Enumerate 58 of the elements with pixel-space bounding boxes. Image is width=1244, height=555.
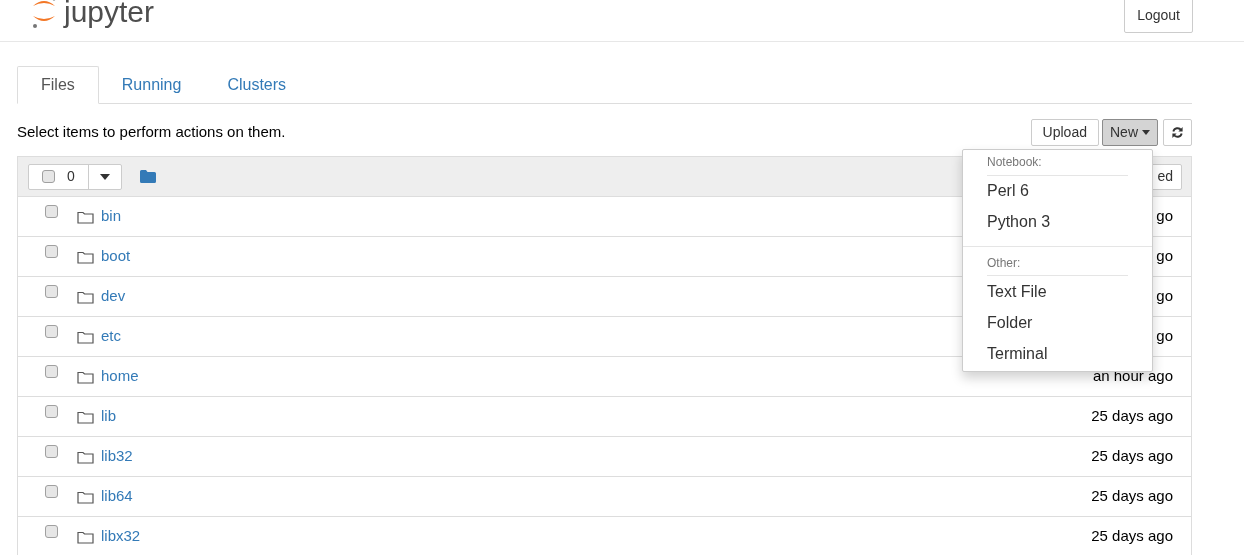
folder-link[interactable]: lib64 <box>101 485 133 508</box>
folder-link[interactable]: etc <box>101 325 121 348</box>
modified-time: go <box>1156 246 1173 267</box>
refresh-button[interactable] <box>1163 119 1192 146</box>
checkbox[interactable] <box>45 525 58 539</box>
selected-count: 0 <box>67 167 75 186</box>
select-all-control[interactable]: 0 <box>28 163 122 190</box>
modified-time: go <box>1156 286 1173 307</box>
new-button[interactable]: New <box>1102 119 1158 146</box>
modified-time: 25 days ago <box>1091 446 1173 467</box>
logo-text: jupyter <box>64 0 155 27</box>
folder-icon <box>77 289 94 304</box>
menu-section-heading: Notebook: <box>987 155 1042 169</box>
folder-icon <box>77 249 94 264</box>
folder-link[interactable]: home <box>101 365 139 388</box>
folder-link[interactable]: bin <box>101 205 122 228</box>
checkbox[interactable] <box>45 285 58 299</box>
menu-item[interactable]: Python 3 <box>963 206 1152 238</box>
instruction-text: Select items to perform actions on them. <box>17 122 286 143</box>
checkbox[interactable] <box>45 365 58 379</box>
menu-item[interactable]: Terminal <box>963 338 1152 369</box>
modified-time: go <box>1156 206 1173 227</box>
tab[interactable]: Files <box>17 66 99 104</box>
checkbox[interactable] <box>45 405 58 419</box>
checkbox[interactable] <box>45 205 58 219</box>
modified-time: 25 days ago <box>1091 526 1173 547</box>
tab[interactable]: Running <box>98 66 205 104</box>
checkbox[interactable] <box>45 245 58 259</box>
caret-icon <box>1142 130 1150 135</box>
folder-link[interactable]: lib <box>101 405 116 428</box>
upload-button[interactable]: Upload <box>1030 119 1099 146</box>
folder-icon <box>77 449 94 464</box>
checkbox[interactable] <box>42 170 55 183</box>
folder-icon <box>77 369 94 384</box>
folder-icon <box>77 529 94 544</box>
folder-link[interactable]: boot <box>101 245 131 268</box>
menu-item[interactable]: Text File <box>963 276 1152 307</box>
menu-item[interactable]: Folder <box>963 307 1152 338</box>
folder-icon <box>77 329 94 344</box>
modified-time: go <box>1156 326 1173 347</box>
folder-icon <box>77 209 94 224</box>
checkbox[interactable] <box>45 445 58 459</box>
logout-button[interactable]: Logout <box>1124 0 1193 33</box>
refresh-icon <box>1171 126 1184 139</box>
modified-time: 25 days ago <box>1091 406 1173 427</box>
caret-icon <box>99 173 110 180</box>
folder-link[interactable]: lib32 <box>101 445 133 468</box>
folder-link[interactable]: dev <box>101 285 126 308</box>
menu-section-heading: Other: <box>987 255 1021 270</box>
modified-time: 25 days ago <box>1091 486 1173 507</box>
folder-icon <box>77 409 94 424</box>
folder-link[interactable]: libx32 <box>101 525 141 548</box>
checkbox[interactable] <box>45 325 58 339</box>
modified-time: an hour ago <box>1092 366 1173 387</box>
folder-icon[interactable] <box>139 170 156 183</box>
checkbox[interactable] <box>45 485 58 499</box>
tab[interactable]: Clusters <box>204 66 310 104</box>
folder-icon <box>77 489 94 504</box>
